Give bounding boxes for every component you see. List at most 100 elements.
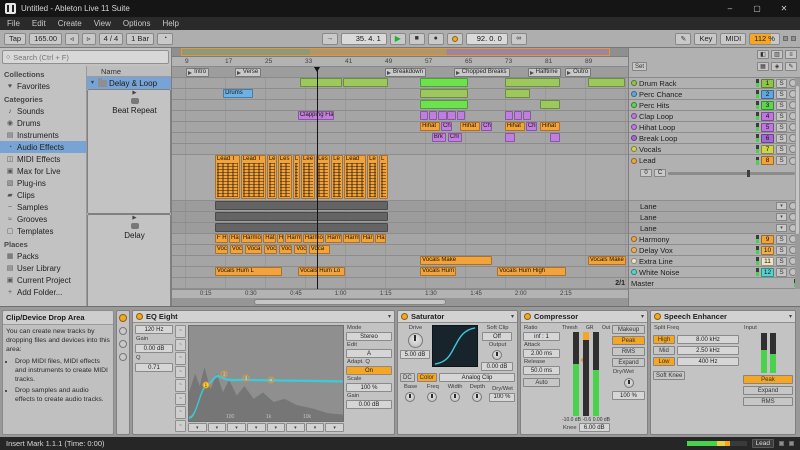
sidebar-item-user-library[interactable]: ▤User Library [0, 262, 86, 274]
sidebar-item-midi-effects[interactable]: ◫MIDI Effects [0, 153, 86, 165]
clip-lead-t[interactable]: Lead T [241, 155, 266, 199]
clip-le[interactable]: Le [267, 155, 277, 199]
solo-button[interactable]: S [776, 90, 787, 99]
eq-mode-select[interactable]: Stereo [346, 332, 392, 341]
track-header-drum-rack[interactable]: Drum Rack1S [629, 78, 800, 89]
clip-les[interactable]: Les [278, 155, 292, 199]
lane-menu-icon[interactable]: ▾ [776, 224, 787, 232]
mixer-toggle-icon[interactable]: ≡ [785, 50, 797, 59]
device-power-toggle[interactable] [401, 313, 408, 320]
eq-q-field[interactable]: 0.71 [135, 363, 173, 372]
solo-button[interactable]: S [776, 145, 787, 154]
eq-adapt-toggle[interactable]: On [346, 366, 392, 375]
clip-voc[interactable]: Voc [230, 245, 243, 254]
key-map-toggle[interactable]: Key [694, 33, 717, 45]
clip-ha[interactable]: Ha [375, 234, 386, 243]
drywet-value[interactable]: 100 % [489, 393, 515, 402]
clip[interactable] [505, 133, 515, 142]
band-type-select[interactable]: ▾ [306, 423, 325, 432]
chevron-right-icon[interactable]: ▶ [131, 215, 138, 221]
pan-field[interactable]: C [654, 169, 666, 177]
eq-band-toggle[interactable]: ~ [175, 352, 186, 365]
fold-icon[interactable]: ▾ [789, 313, 792, 320]
clip-h[interactable]: H [277, 234, 284, 243]
track-header-harmony[interactable]: Harmony9S [629, 234, 800, 245]
low-freq-field[interactable]: 400 Hz [677, 357, 739, 366]
clip[interactable] [505, 111, 513, 120]
clip[interactable] [429, 111, 437, 120]
makeup-toggle[interactable]: Makeup [612, 325, 645, 334]
device-title-bar[interactable]: Saturator ▾ [398, 311, 517, 323]
clip[interactable] [420, 89, 468, 98]
clip[interactable] [300, 78, 342, 87]
width-knob[interactable] [450, 392, 460, 402]
track-activator[interactable]: 6 [761, 134, 774, 143]
locator-outro[interactable]: Outro [565, 68, 591, 77]
eq-scale-field[interactable]: 100 % [346, 383, 392, 392]
clip-harm[interactable]: Harm [285, 234, 302, 243]
clip[interactable] [447, 111, 455, 120]
arr-track-delay-vox[interactable]: VocVocVocaVocVocVocVoca [172, 245, 628, 256]
base-knob[interactable] [405, 392, 415, 402]
track-activator[interactable]: 2 [761, 90, 774, 99]
sidebar-item-audio-effects[interactable]: ◔Audio Effects [0, 141, 86, 153]
clip[interactable] [550, 133, 560, 142]
volume-slider[interactable] [668, 172, 795, 175]
eq-band-handle-3[interactable]: 3 [242, 375, 249, 382]
high-freq-field[interactable]: 8.00 kHz [677, 335, 739, 344]
clip-vocals-make[interactable]: Vocals Make [588, 256, 626, 265]
track-header-extra-line[interactable]: Extra Line11S [629, 256, 800, 267]
locator-verse[interactable]: Verse [235, 68, 261, 77]
clip[interactable] [215, 212, 388, 221]
track-activator[interactable]: 3 [761, 101, 774, 110]
peak-mode-button[interactable]: Peak [612, 336, 645, 345]
locator-halftime[interactable]: Halftime [528, 68, 561, 77]
nudge-down-button[interactable]: ◃ [65, 33, 79, 45]
band-type-select[interactable]: ▾ [208, 423, 227, 432]
time-signature-field[interactable]: 4 / 4 [99, 33, 124, 45]
track-header-hihat-loop[interactable]: Hihat Loop5S [629, 122, 800, 133]
peak-mode-button[interactable]: Peak [743, 375, 793, 384]
chevron-right-icon[interactable]: ▶ [131, 90, 138, 96]
lane-menu-icon[interactable]: ▾ [776, 213, 787, 221]
band-type-select[interactable]: ▾ [227, 423, 246, 432]
solo-button[interactable]: S [776, 112, 787, 121]
clip-lead[interactable]: Lead [344, 155, 366, 199]
browser-item-beat-repeat[interactable]: ▶Beat Repeat [87, 89, 171, 214]
rack-macro-icon[interactable] [119, 340, 127, 348]
lock-icon[interactable]: ◈ [771, 62, 783, 71]
drive-value[interactable]: 5.00 dB [400, 350, 430, 359]
horizontal-scrollbar[interactable] [172, 298, 628, 306]
clip-drums[interactable]: Drums [223, 89, 253, 98]
clip-voc[interactable]: Voc [279, 245, 292, 254]
solo-button[interactable]: S [776, 156, 787, 165]
track-header-lane[interactable]: Lane▾ [629, 223, 800, 234]
draw-mode-toggle[interactable]: ✎ [675, 33, 691, 45]
menu-view[interactable]: View [94, 19, 111, 28]
device-power-toggle[interactable] [136, 313, 143, 320]
clip-hat[interactable]: Hat [263, 234, 276, 243]
clip-le[interactable]: Le [331, 155, 343, 199]
track-header-lane[interactable]: Lane▾ [629, 201, 800, 212]
arr-track-break-loop[interactable]: BrkChl [172, 133, 628, 144]
track-activator[interactable]: 9 [761, 235, 774, 244]
clip-voc[interactable]: Voc [215, 245, 228, 254]
sidebar-item-favorites[interactable]: ♥Favorites [0, 80, 86, 92]
track-header-perc-hits[interactable]: Perc Hits3S [629, 100, 800, 111]
sidebar-item-max-for-live[interactable]: ▣Max for Live [0, 165, 86, 177]
arr-track-white-noise[interactable]: Vocals Hum LVocals Hum LoVocals HumVocal… [172, 267, 628, 278]
follow-button[interactable]: → [322, 33, 338, 45]
track-activator[interactable]: 10 [761, 246, 774, 255]
tap-tempo-button[interactable]: Tap [4, 33, 26, 45]
clip-voca[interactable]: Voca [309, 245, 330, 254]
eq-band-toggle[interactable]: ~ [175, 379, 186, 392]
clip[interactable] [343, 78, 388, 87]
clip-les[interactable]: Les [316, 155, 330, 199]
band-type-select[interactable]: ▾ [247, 423, 266, 432]
low-band-toggle[interactable]: Low [653, 357, 675, 366]
arr-track-perc-chance[interactable]: Drums [172, 89, 628, 100]
eq-freq-field[interactable]: 120 Hz [135, 325, 173, 334]
sidebar-item-current-project[interactable]: ▣Current Project [0, 274, 86, 286]
clip-brk[interactable]: Brk [432, 133, 446, 142]
rms-mode-button[interactable]: RMS [612, 347, 645, 356]
